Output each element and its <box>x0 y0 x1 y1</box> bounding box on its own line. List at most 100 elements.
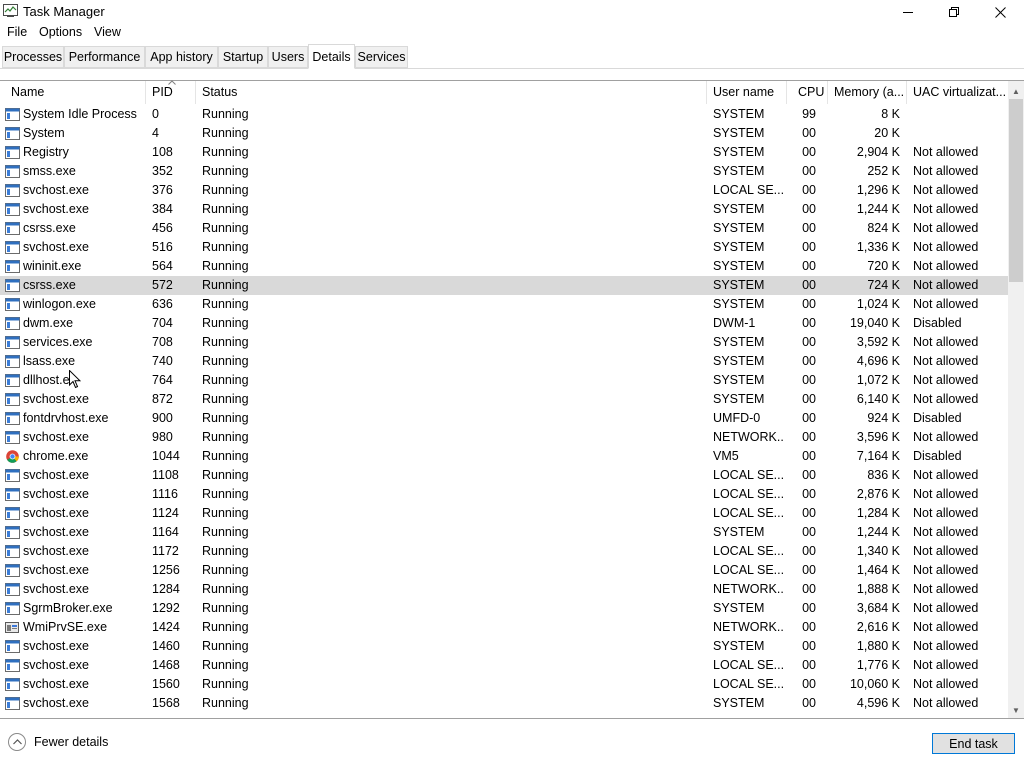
column-divider[interactable] <box>786 81 787 104</box>
process-pid: 4 <box>152 126 159 140</box>
table-row[interactable]: svchost.exe 376 Running LOCAL SE... 00 1,296 … <box>0 181 1008 200</box>
table-row[interactable]: svchost.exe 516 Running SYSTEM 00 1,336 K Not … <box>0 238 1008 257</box>
tab-services[interactable]: Services <box>355 46 408 68</box>
column-name[interactable]: Name <box>5 81 145 104</box>
table-row[interactable]: svchost.exe 1256 Running LOCAL SE... 00 1,464… <box>0 561 1008 580</box>
table-row[interactable]: svchost.exe 1568 Running SYSTEM 00 4,596 K Not… <box>0 694 1008 713</box>
column-pid[interactable]: PID <box>146 81 195 104</box>
table-row[interactable]: svchost.exe 980 Running NETWORK... 00 3,596 K… <box>0 428 1008 447</box>
end-task-button[interactable]: End task <box>932 733 1015 754</box>
table-row[interactable]: wininit.exe 564 Running SYSTEM 00 720 K Not al… <box>0 257 1008 276</box>
process-user: UMFD-0 <box>713 411 761 425</box>
process-memory: 7,164 K <box>856 449 900 463</box>
column-memory[interactable]: Memory (a... <box>828 81 906 104</box>
process-memory: 1,284 K <box>856 506 900 520</box>
process-icon <box>5 412 20 425</box>
table-row[interactable]: WmiPrvSE.exe 1424 Running NETWORK... 00 2,616… <box>0 618 1008 637</box>
process-status: Running <box>202 411 249 425</box>
table-row[interactable]: svchost.exe 1460 Running SYSTEM 00 1,880 K Not… <box>0 637 1008 656</box>
process-user: SYSTEM <box>713 335 765 349</box>
fewer-details-button[interactable]: Fewer details <box>8 733 108 751</box>
menu-file[interactable]: File <box>7 25 27 39</box>
table-row[interactable]: svchost.exe 1108 Running LOCAL SE... 00 836 K… <box>0 466 1008 485</box>
process-memory: 1,244 K <box>856 202 900 216</box>
table-row[interactable]: SgrmBroker.exe 1292 Running SYSTEM 00 3,684 K… <box>0 599 1008 618</box>
process-pid: 516 <box>152 240 173 254</box>
process-status: Running <box>202 259 249 273</box>
tab-users[interactable]: Users <box>268 46 308 68</box>
table-row[interactable]: csrss.exe 572 Running SYSTEM 00 724 K Not allo… <box>0 276 1008 295</box>
process-memory: 19,040 K <box>849 316 900 330</box>
close-button[interactable] <box>977 0 1023 24</box>
process-user: LOCAL SE... <box>713 677 783 691</box>
process-memory: 4,696 K <box>856 354 900 368</box>
process-user: SYSTEM <box>713 107 765 121</box>
table-row[interactable]: winlogon.exe 636 Running SYSTEM 00 1,024 K Not… <box>0 295 1008 314</box>
process-cpu: 00 <box>802 297 816 311</box>
tab-processes[interactable]: Processes <box>2 46 64 68</box>
table-row[interactable]: services.exe 708 Running SYSTEM 00 3,592 K Not… <box>0 333 1008 352</box>
table-row[interactable]: svchost.exe 1164 Running SYSTEM 00 1,244 K Not… <box>0 523 1008 542</box>
process-uac: Not allowed <box>913 430 979 444</box>
process-pid: 636 <box>152 297 173 311</box>
table-row[interactable]: dwm.exe 704 Running DWM-1 00 19,040 K Disabled <box>0 314 1008 333</box>
table-row[interactable]: smss.exe 352 Running SYSTEM 00 252 K Not allow… <box>0 162 1008 181</box>
column-uac-virtualization[interactable]: UAC virtualizat... <box>907 81 1008 104</box>
wmi-icon <box>5 622 19 633</box>
scroll-up-arrow-icon[interactable]: ▲ <box>1008 83 1024 99</box>
column-user-name[interactable]: User name <box>707 81 786 104</box>
table-row[interactable]: svchost.exe 1172 Running LOCAL SE... 00 1,340… <box>0 542 1008 561</box>
tab-details[interactable]: Details <box>308 44 355 69</box>
process-status: Running <box>202 487 249 501</box>
table-row[interactable]: dllhost.e 764 Running SYSTEM 00 1,072 K Not al… <box>0 371 1008 390</box>
table-row[interactable]: svchost.exe 1560 Running LOCAL SE... 00 10,06… <box>0 675 1008 694</box>
process-name: fontdrvhost.exe <box>23 411 109 425</box>
table-row[interactable]: svchost.exe 1124 Running LOCAL SE... 00 1,284… <box>0 504 1008 523</box>
process-uac: Not allowed <box>913 335 979 349</box>
process-uac: Not allowed <box>913 563 979 577</box>
process-user: SYSTEM <box>713 373 765 387</box>
process-icon <box>5 279 20 292</box>
tab-app-history[interactable]: App history <box>145 46 218 68</box>
tab-performance[interactable]: Performance <box>64 46 145 68</box>
table-row[interactable]: csrss.exe 456 Running SYSTEM 00 824 K Not allo… <box>0 219 1008 238</box>
process-status: Running <box>202 658 249 672</box>
process-memory: 836 K <box>867 468 900 482</box>
table-row[interactable]: Registry 108 Running SYSTEM 00 2,904 K Not all… <box>0 143 1008 162</box>
process-name: svchost.exe <box>23 544 90 558</box>
process-pid: 764 <box>152 373 173 387</box>
process-memory: 6,140 K <box>856 392 900 406</box>
table-row[interactable]: System Idle Process 0 Running SYSTEM 99 8 K <box>0 105 1008 124</box>
column-status[interactable]: Status <box>196 81 706 104</box>
process-name: System Idle Process <box>23 107 137 121</box>
table-row[interactable]: System 4 Running SYSTEM 00 20 K <box>0 124 1008 143</box>
process-pid: 0 <box>152 107 159 121</box>
process-pid: 572 <box>152 278 173 292</box>
process-memory: 10,060 K <box>849 677 900 691</box>
process-memory: 824 K <box>867 221 900 235</box>
process-memory: 1,336 K <box>856 240 900 254</box>
minimize-button[interactable] <box>885 0 931 24</box>
scrollbar-thumb[interactable] <box>1009 99 1023 282</box>
process-cpu: 00 <box>802 658 816 672</box>
table-row[interactable]: svchost.exe 1468 Running LOCAL SE... 00 1,776… <box>0 656 1008 675</box>
table-row[interactable]: svchost.exe 384 Running SYSTEM 00 1,244 K Not … <box>0 200 1008 219</box>
table-row[interactable]: svchost.exe 1116 Running LOCAL SE... 00 2,876… <box>0 485 1008 504</box>
column-cpu[interactable]: CPU <box>792 81 828 104</box>
menu-view[interactable]: View <box>94 25 121 39</box>
table-row[interactable]: svchost.exe 872 Running SYSTEM 00 6,140 K Not … <box>0 390 1008 409</box>
table-row[interactable]: chrome.exe 1044 Running VM5 00 7,164 K Disable… <box>0 447 1008 466</box>
process-cpu: 00 <box>802 183 816 197</box>
table-row[interactable]: svchost.exe 1284 Running NETWORK... 00 1,888 … <box>0 580 1008 599</box>
process-status: Running <box>202 316 249 330</box>
process-cpu: 00 <box>802 202 816 216</box>
restore-button[interactable] <box>931 0 977 24</box>
tab-startup[interactable]: Startup <box>218 46 268 68</box>
vertical-scrollbar[interactable]: ▲ ▼ <box>1008 81 1024 718</box>
process-pid: 352 <box>152 164 173 178</box>
table-row[interactable]: lsass.exe 740 Running SYSTEM 00 4,696 K Not al… <box>0 352 1008 371</box>
menu-options[interactable]: Options <box>39 25 82 39</box>
process-cpu: 00 <box>802 563 816 577</box>
scroll-down-arrow-icon[interactable]: ▼ <box>1008 702 1024 718</box>
table-row[interactable]: fontdrvhost.exe 900 Running UMFD-0 00 924 K Di… <box>0 409 1008 428</box>
